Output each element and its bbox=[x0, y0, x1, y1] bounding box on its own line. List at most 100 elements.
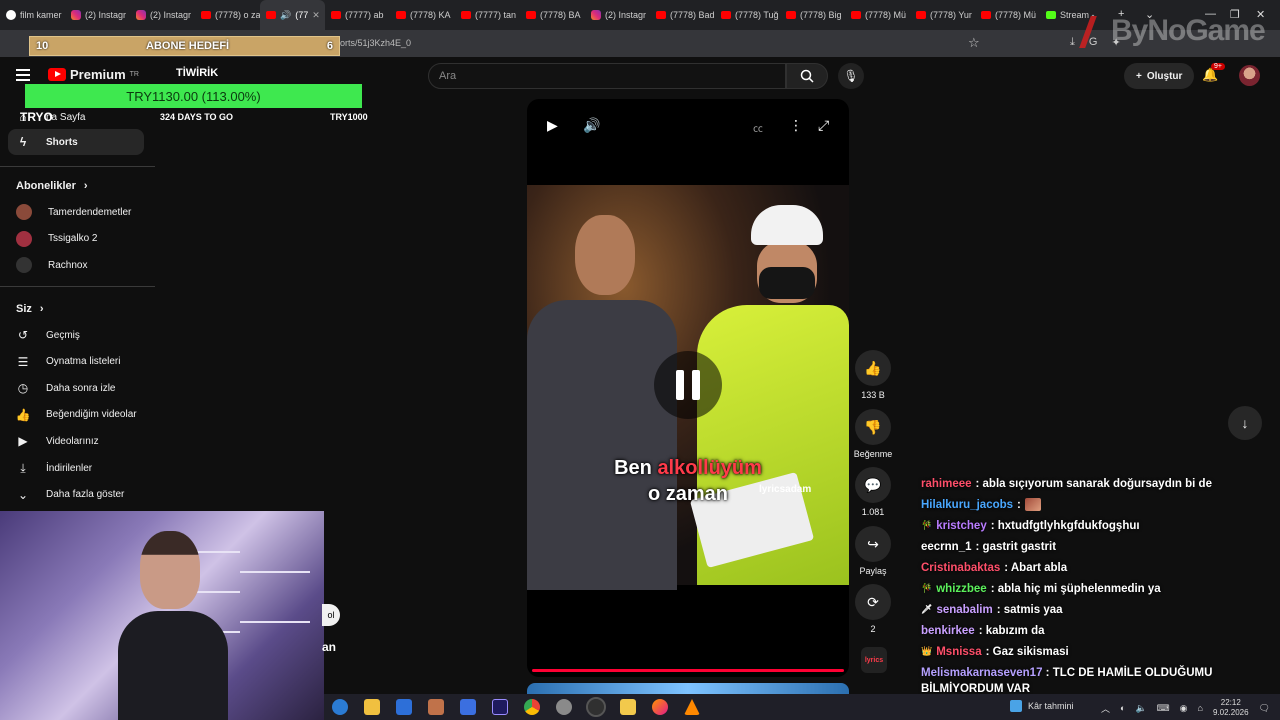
captions-icon[interactable]: ㏄ bbox=[753, 120, 763, 135]
create-button[interactable]: + Oluştur bbox=[1124, 63, 1195, 89]
mail-icon[interactable] bbox=[396, 699, 412, 715]
download-icon[interactable]: ⤓ bbox=[1070, 36, 1075, 49]
chat-username[interactable]: kristchey bbox=[936, 520, 987, 532]
sidebar-item-download[interactable]: ⤓ İndirilenler bbox=[8, 455, 144, 481]
browser-tab[interactable]: (7778) Mü bbox=[975, 0, 1040, 30]
bookmark-star-icon[interactable]: ☆ bbox=[968, 35, 980, 51]
chat-username[interactable]: Cristinabaktas bbox=[921, 562, 1000, 574]
sidebar-item-history[interactable]: ↺ Geçmiş bbox=[8, 322, 144, 348]
voice-search-button[interactable]: 🎙 bbox=[838, 63, 864, 89]
logo-text: Premium bbox=[70, 67, 126, 82]
remix-button[interactable]: ⟳ 2 bbox=[853, 584, 893, 634]
browser-tab[interactable]: (7777) tan bbox=[455, 0, 520, 30]
browser-tab[interactable]: 🔊 (77 ✕ bbox=[260, 0, 325, 30]
clock[interactable]: 22:12 9.02.2026 bbox=[1213, 698, 1249, 718]
vlc-icon[interactable] bbox=[684, 699, 700, 715]
next-video-button[interactable]: ↓ bbox=[1228, 406, 1262, 440]
share-label: Paylaş bbox=[859, 566, 887, 576]
sidebar-item-clock[interactable]: ◷ Daha sonra izle bbox=[8, 375, 144, 401]
notifications-button[interactable]: 🔔 9+ bbox=[1202, 63, 1225, 83]
subscriptions-title: Abonelikler bbox=[16, 180, 76, 192]
search-button[interactable] bbox=[786, 63, 828, 89]
you-header[interactable]: Siz › bbox=[16, 303, 44, 315]
shorts-player[interactable]: ▶ 🔊 ㏄ ⋮ ⤢ lyricsadam Ben alkollüyüm o za… bbox=[527, 99, 849, 677]
clock-icon: ◷ bbox=[17, 381, 29, 396]
chat-username[interactable]: eecrnn_1 bbox=[921, 541, 972, 553]
weather-widget[interactable]: Kâr tahmini bbox=[1010, 700, 1074, 712]
photos-icon[interactable] bbox=[428, 699, 444, 715]
download-icon: ⤓ bbox=[20, 460, 26, 475]
youtube-logo[interactable]: Premium TR bbox=[48, 67, 139, 82]
browser-tab[interactable]: (7778) Yur bbox=[910, 0, 975, 30]
progress-bar[interactable] bbox=[532, 669, 844, 672]
pause-button[interactable] bbox=[654, 351, 722, 419]
more-options-icon[interactable]: ⋮ bbox=[789, 117, 803, 134]
like-button[interactable]: 👍 133 B bbox=[853, 350, 893, 400]
chat-username[interactable]: rahimeee bbox=[921, 478, 972, 490]
app-icon[interactable] bbox=[460, 699, 476, 715]
browser-tab[interactable]: (7778) o za bbox=[195, 0, 260, 30]
tab-title: (7778) Yur bbox=[930, 10, 972, 20]
fullscreen-icon[interactable]: ⤢ bbox=[818, 117, 829, 134]
audio-playing-icon[interactable]: 🔊 bbox=[280, 10, 291, 21]
url-field[interactable]: orts/51j3Kzh4E_0 bbox=[340, 38, 411, 48]
sidebar-item-playlist[interactable]: ☰ Oynatma listeleri bbox=[8, 349, 144, 375]
browser-tab[interactable]: (2) Instagr bbox=[130, 0, 195, 30]
subscriptions-header[interactable]: Abonelikler › bbox=[16, 180, 88, 192]
chrome-icon[interactable] bbox=[524, 699, 540, 715]
browser-tab[interactable]: (7778) Bad bbox=[650, 0, 715, 30]
account-avatar[interactable] bbox=[1239, 65, 1260, 86]
sidebar-item-subscription[interactable]: Rachnox bbox=[8, 252, 144, 278]
network-icon[interactable]: ⌨ bbox=[1157, 703, 1170, 714]
folder-icon[interactable] bbox=[620, 699, 636, 715]
edge-icon[interactable] bbox=[332, 699, 348, 715]
play-icon[interactable]: ▶ bbox=[547, 117, 558, 134]
browser-tab[interactable]: (2) Instagr bbox=[65, 0, 130, 30]
chat-username[interactable]: whizzbee bbox=[936, 583, 986, 595]
sidebar-item-label: İndirilenler bbox=[46, 462, 93, 474]
comments-button[interactable]: 💬 1.081 bbox=[853, 467, 893, 517]
tray-chevron-icon[interactable]: ︿ bbox=[1101, 702, 1110, 715]
obs-icon[interactable] bbox=[586, 697, 606, 717]
partial-button[interactable]: ol bbox=[322, 604, 340, 626]
browser-tab[interactable]: (2) Instagr bbox=[585, 0, 650, 30]
chat-username[interactable]: Msnissa bbox=[936, 646, 981, 658]
browser-tab[interactable]: (7778) BA bbox=[520, 0, 585, 30]
notification-badge: 9+ bbox=[1211, 63, 1225, 70]
notification-center-icon[interactable]: 🗨 bbox=[1259, 703, 1270, 714]
channel-thumbnail[interactable]: lyrics bbox=[861, 647, 887, 673]
history-icon: ↺ bbox=[17, 328, 29, 342]
sidebar-item-subscription[interactable]: Tamerdendemetler bbox=[8, 199, 144, 225]
sidebar-item-shorts[interactable]: ϟ Shorts bbox=[8, 129, 144, 155]
sidebar-item-video[interactable]: ▶ Videolarınız bbox=[8, 428, 144, 454]
browser-tab[interactable]: (7778) KA bbox=[390, 0, 455, 30]
sidebar-item-thumb-up[interactable]: 👍 Beğendiğim videolar bbox=[8, 402, 144, 428]
premiere-icon[interactable] bbox=[492, 699, 508, 715]
chat-username[interactable]: Hilalkuru_jacobs bbox=[921, 499, 1013, 511]
tray-app-icon[interactable]: ◉ bbox=[1180, 703, 1188, 714]
browser-tab[interactable]: (7778) Mü bbox=[845, 0, 910, 30]
browser-tab[interactable]: film kamer bbox=[0, 0, 65, 30]
share-button[interactable]: ↪ Paylaş bbox=[853, 526, 893, 576]
tray-app-icon[interactable]: ◐ bbox=[1120, 703, 1125, 713]
sidebar-item-chevron-down[interactable]: ⌄ Daha fazla göster bbox=[8, 482, 144, 508]
browser-tab[interactable]: (7778) Tuğ bbox=[715, 0, 780, 30]
dislike-button[interactable]: 👎 Beğenme bbox=[853, 409, 893, 459]
store-icon[interactable] bbox=[364, 699, 380, 715]
chat-username[interactable]: benkirkee bbox=[921, 625, 975, 637]
app-icon[interactable] bbox=[556, 699, 572, 715]
browser-tab[interactable]: (7777) ab bbox=[325, 0, 390, 30]
firefox-icon[interactable] bbox=[652, 699, 668, 715]
search-input[interactable]: Ara bbox=[428, 63, 786, 89]
sidebar-item-subscription[interactable]: Tssigalko 2 bbox=[8, 226, 144, 252]
menu-icon[interactable] bbox=[16, 69, 30, 81]
browser-tab[interactable]: (7778) Big bbox=[780, 0, 845, 30]
chat-username[interactable]: senabalim bbox=[936, 604, 992, 616]
tray-app-icon[interactable]: ⌂ bbox=[1198, 703, 1203, 713]
speaker-icon[interactable]: 🔈 bbox=[1135, 703, 1146, 714]
instagram-favicon-icon bbox=[591, 10, 601, 20]
chat-message: 🎋 whizzbee: abla hiç mi şüphelenmedin ya bbox=[921, 578, 1241, 599]
chat-username[interactable]: Melismakarnaseven17 bbox=[921, 667, 1042, 679]
close-tab-icon[interactable]: ✕ bbox=[312, 10, 320, 21]
volume-icon[interactable]: 🔊 bbox=[583, 117, 600, 134]
